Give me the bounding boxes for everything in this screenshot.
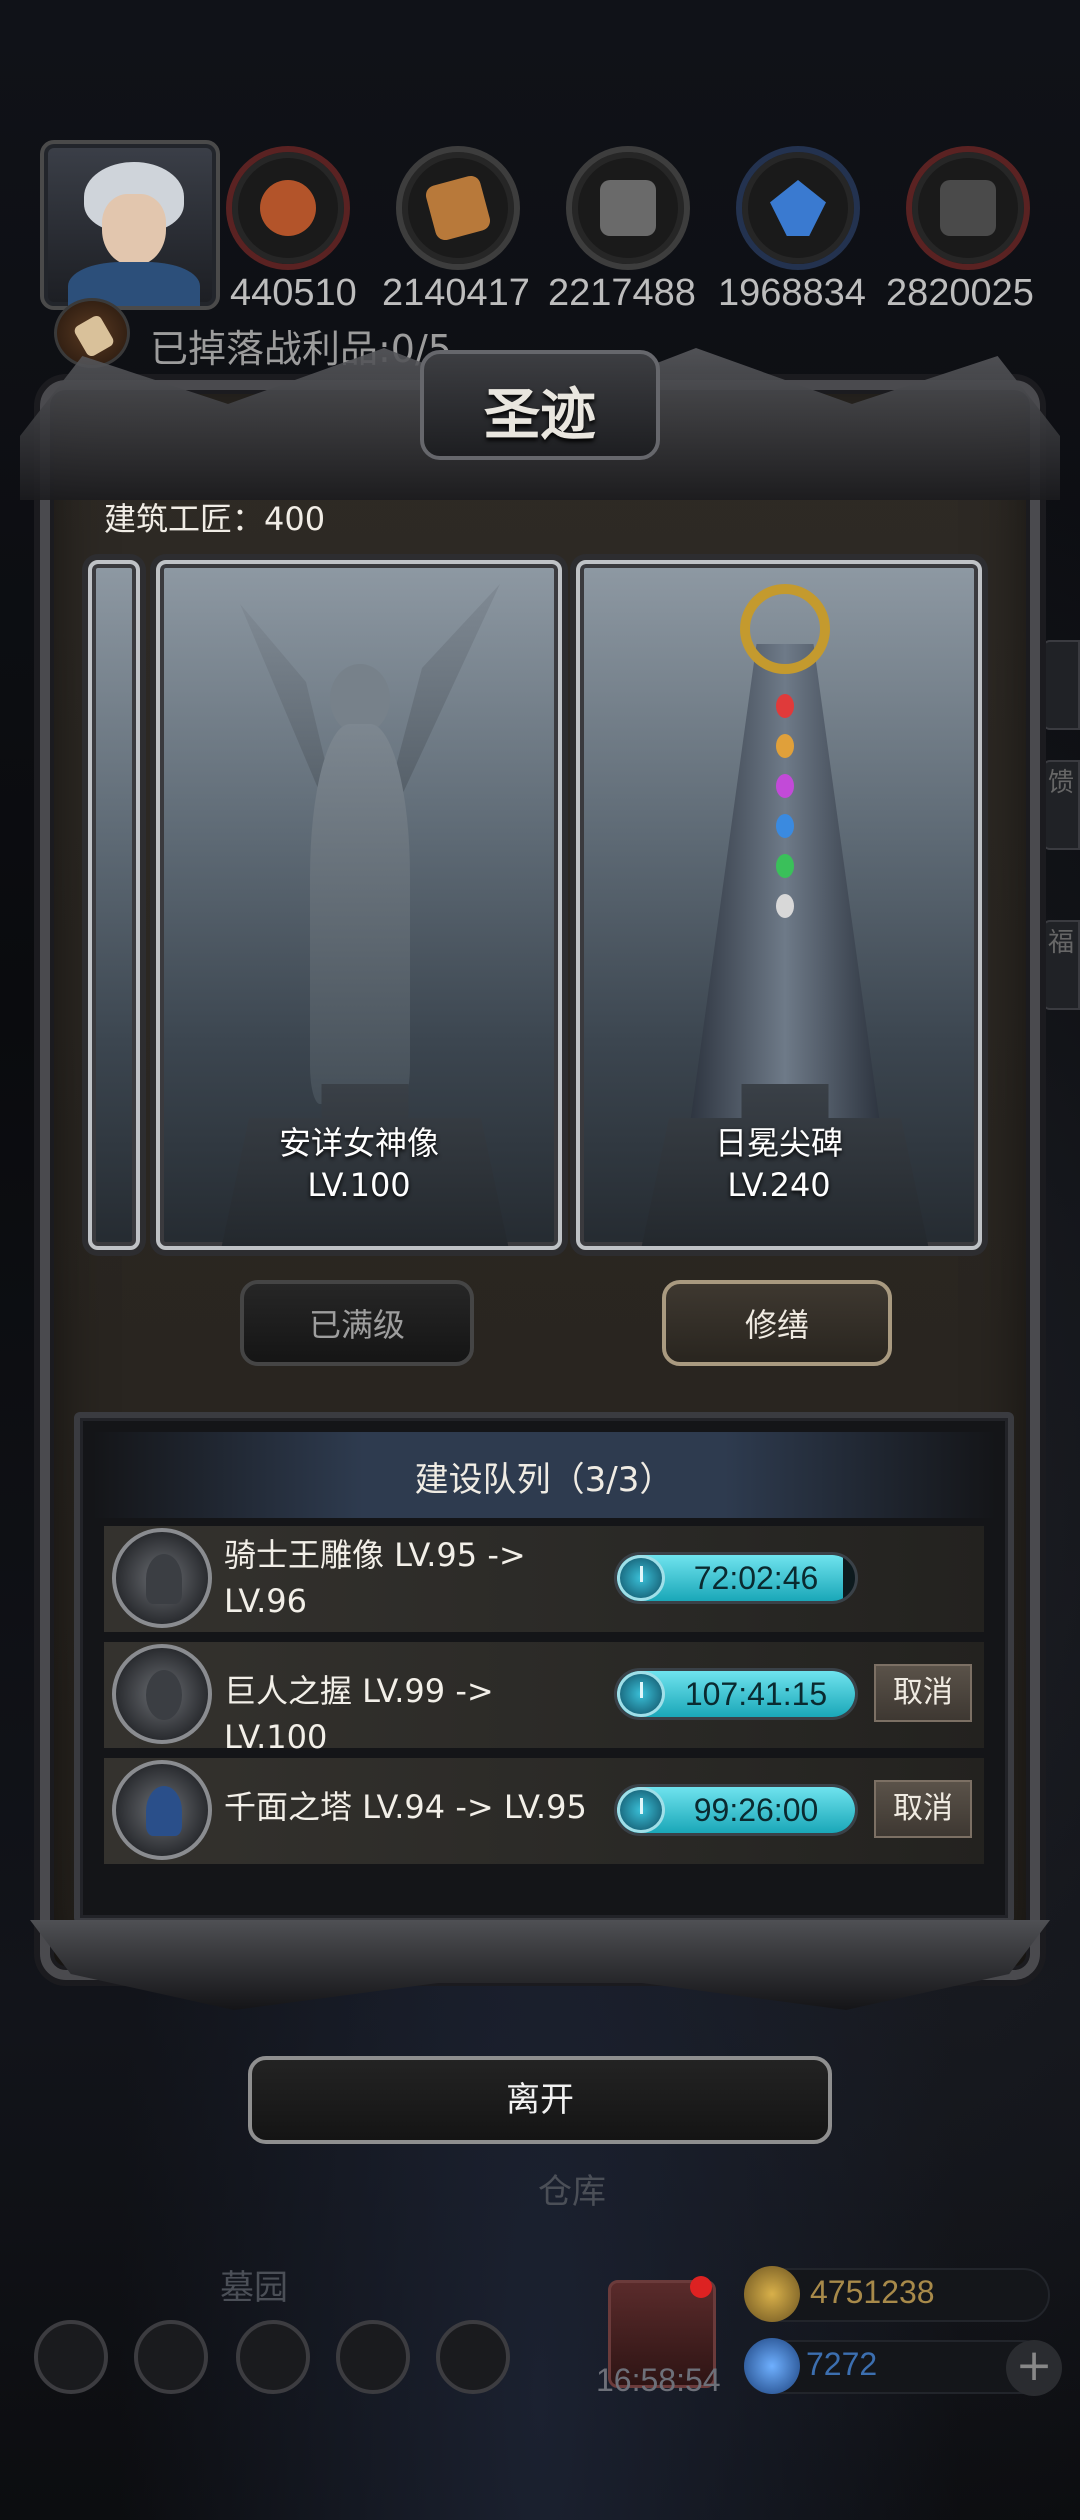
side-tab-1[interactable] [1042,640,1080,730]
crystal-icon [736,146,860,270]
stone-value: 2217488 [548,272,696,314]
settings-icon[interactable] [34,2320,108,2394]
cancel-button[interactable]: 取消 [874,1664,972,1722]
thousand-faces-tower-icon [112,1760,212,1860]
meat-icon [226,146,350,270]
cemetery-label: 墓园 [220,2268,288,2308]
repair-button[interactable]: 修缮 [662,1280,892,1366]
warehouse-label: 仓库 [538,2172,606,2212]
building-card-partial[interactable] [88,560,140,1250]
building-level: LV.240 [727,1166,831,1204]
max-level-button: 已满级 [240,1280,474,1366]
gem-icon [744,2338,800,2394]
building-card-obelisk[interactable]: 日冕尖碑 LV.240 [576,560,982,1250]
meat-value: 440510 [230,272,357,314]
cancel-button[interactable]: 取消 [874,1780,972,1838]
iron-icon [906,146,1030,270]
stone-icon [566,146,690,270]
queue-timer: 72:02:46 [614,1552,858,1604]
gold-value: 4751238 [810,2274,935,2310]
queue-timer: 99:26:00 [614,1784,858,1836]
giant-grip-icon [112,1644,212,1744]
timer-text: 107:41:15 [684,1676,828,1712]
craftsman-count: 建筑工匠：400 [104,500,326,538]
dialog-title: 圣迹 [484,382,596,448]
queue-timer: 107:41:15 [614,1668,858,1720]
crystal-value: 1968834 [718,272,866,314]
gold-coin-icon [744,2266,800,2322]
player-avatar[interactable] [40,140,220,310]
building-level: LV.100 [307,1166,411,1204]
iron-value: 2820025 [886,272,1034,314]
timer-text: 72:02:46 [693,1560,819,1596]
wood-value: 2140417 [382,272,530,314]
tower-icon[interactable] [236,2320,310,2394]
side-tab-3[interactable]: 福 [1042,920,1080,1010]
box-icon[interactable] [436,2320,510,2394]
queue-item-text: 千面之塔 LV.94 -> LV.95 [224,1788,587,1826]
leave-button[interactable]: 离开 [248,2056,832,2144]
timer-text: 99:26:00 [693,1792,819,1828]
wood-icon [396,146,520,270]
gift-timer: 16:58:54 [596,2362,721,2398]
mail-icon[interactable] [336,2320,410,2394]
scroll-icon[interactable] [54,298,130,368]
queue-item-text: 巨人之握 LV.99 -> LV.100 [224,1672,494,1756]
side-tab-2[interactable]: 馈 [1042,760,1080,850]
add-currency-button[interactable]: + [1006,2340,1062,2396]
building-name: 安详女神像 [278,1124,439,1162]
knight-statue-icon [112,1528,212,1628]
skill-icon[interactable] [134,2320,208,2394]
notification-dot [690,2276,712,2298]
building-card-goddess[interactable]: 安详女神像 LV.100 [156,560,562,1250]
gem-value: 7272 [806,2346,878,2382]
sun-ring-icon [740,584,830,674]
building-name: 日冕尖碑 [714,1124,843,1162]
queue-item-text: 骑士王雕像 LV.95 -> LV.96 [224,1536,526,1620]
queue-title: 建设队列（3/3） [414,1460,674,1500]
